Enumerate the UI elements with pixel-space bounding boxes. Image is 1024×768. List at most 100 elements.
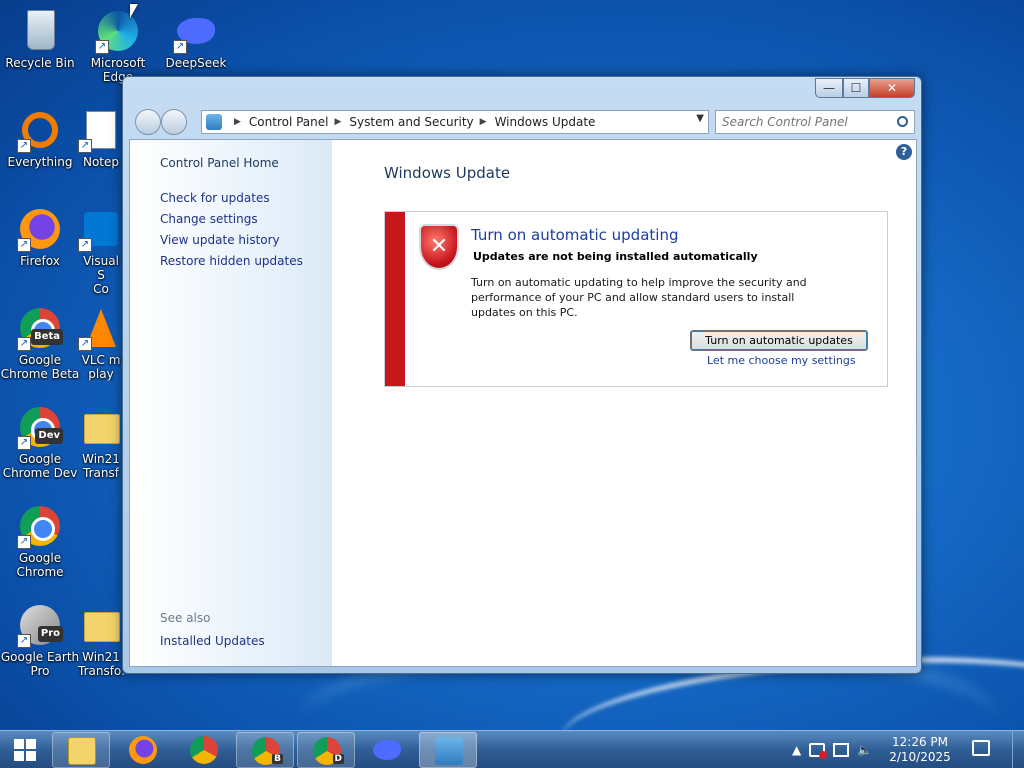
desktop-icon-label: Google Earth Pro: [0, 650, 80, 678]
breadcrumb-windows-update[interactable]: Windows Update: [495, 115, 596, 129]
desktop-icon-visual-studio-code[interactable]: ↗ Visual S Co: [78, 206, 124, 296]
sidebar-item-check-for-updates[interactable]: Check for updates: [160, 191, 303, 205]
taskbar-chrome[interactable]: [175, 732, 233, 768]
notifications-icon[interactable]: [972, 740, 990, 756]
shortcut-arrow-icon: ↗: [78, 238, 92, 252]
pro-badge: Pro: [37, 626, 63, 642]
chrome-beta-icon: Beta ↗: [17, 305, 63, 351]
desktop-icon-label: Visual S Co: [83, 254, 119, 296]
desktop-icon-win21-transfer-2[interactable]: Win21 Transfo...: [78, 602, 124, 678]
shortcut-arrow-icon: ↗: [17, 337, 31, 351]
shortcut-arrow-icon: ↗: [78, 139, 92, 153]
sidebar-item-restore-hidden-updates[interactable]: Restore hidden updates: [160, 254, 303, 268]
google-earth-icon: Pro ↗: [17, 602, 63, 648]
shortcut-arrow-icon: ↗: [173, 40, 187, 54]
taskbar-chrome-beta[interactable]: B: [236, 732, 294, 768]
volume-icon[interactable]: 🔈: [857, 743, 872, 757]
taskbar-control-panel[interactable]: [419, 732, 477, 768]
close-button[interactable]: ✕: [869, 78, 915, 98]
shortcut-arrow-icon: ↗: [17, 238, 31, 252]
deepseek-whale-icon: ↗: [173, 8, 219, 54]
minimize-button[interactable]: —: [815, 78, 843, 98]
clock-time: 12:26 PM: [892, 735, 948, 749]
vlc-cone-icon: ↗: [78, 305, 124, 351]
deepseek-whale-icon: [373, 740, 401, 760]
show-hidden-icons-chevron-icon[interactable]: ▲: [792, 743, 801, 757]
desktop-icon-label: Recycle Bin: [5, 56, 75, 70]
taskbar-firefox[interactable]: [114, 732, 172, 768]
mouse-cursor-icon: [130, 4, 138, 18]
desktop-icon-notepad[interactable]: ↗ Notep: [78, 107, 124, 169]
let-me-choose-settings-link[interactable]: Let me choose my settings: [707, 354, 856, 367]
desktop-icon-label: Google Chrome Dev: [2, 452, 78, 480]
shortcut-arrow-icon: ↗: [17, 436, 31, 450]
chrome-dev-icon: Dev ↗: [17, 404, 63, 450]
turn-on-automatic-updates-button[interactable]: Turn on automatic updates: [690, 330, 868, 351]
desktop-icon-label: VLC m play: [81, 353, 121, 381]
firefox-icon: [129, 736, 157, 764]
desktop-icon-vlc[interactable]: ↗ VLC m play: [78, 305, 124, 381]
shortcut-arrow-icon: ↗: [95, 40, 109, 54]
windows-logo-icon: [14, 739, 24, 749]
action-center-flag-icon[interactable]: [809, 743, 828, 759]
sidebar-home-link[interactable]: Control Panel Home: [160, 156, 279, 170]
folder-icon: [78, 404, 124, 450]
security-shield-error-icon: ✕: [419, 224, 459, 270]
content-area: Control Panel Home Check for updates Cha…: [129, 139, 917, 667]
desktop-icon-microsoft-edge[interactable]: ↗ Microsoft Edge: [78, 8, 158, 84]
chrome-icon: ↗: [17, 503, 63, 549]
desktop-icon-label: Win21 Transf: [82, 452, 120, 480]
shortcut-arrow-icon: ↗: [78, 337, 92, 351]
chrome-icon: [190, 736, 218, 764]
desktop-icon-chrome[interactable]: ↗ Google Chrome: [0, 503, 80, 579]
beta-badge: B: [272, 754, 283, 764]
address-bar[interactable]: ▶ Control Panel ▶ System and Security ▶ …: [201, 110, 709, 134]
show-desktop-button[interactable]: [1012, 731, 1024, 768]
desktop-icon-everything[interactable]: ↗ Everything: [0, 107, 80, 169]
system-tray: ▲ 🔈: [792, 735, 872, 765]
search-icon[interactable]: [897, 116, 908, 127]
sidebar-item-view-update-history[interactable]: View update history: [160, 233, 303, 247]
address-dropdown-icon[interactable]: ▼: [696, 113, 704, 124]
breadcrumb-arrow-icon[interactable]: ▶: [480, 117, 487, 127]
taskbar-deepseek[interactable]: [358, 732, 416, 768]
breadcrumb-control-panel[interactable]: Control Panel: [249, 115, 329, 129]
desktop-icon-firefox[interactable]: ↗ Firefox: [0, 206, 80, 268]
alert-description: Turn on automatic updating to help impro…: [471, 276, 807, 319]
search-input[interactable]: [715, 110, 915, 134]
forward-button[interactable]: [161, 109, 187, 135]
sidebar-item-change-settings[interactable]: Change settings: [160, 212, 303, 226]
back-button[interactable]: [135, 109, 161, 135]
taskbar-clock[interactable]: 12:26 PM 2/10/2025: [880, 735, 960, 765]
taskbar-file-explorer[interactable]: [52, 732, 110, 768]
clock-date: 2/10/2025: [889, 750, 951, 764]
desktop-icon-chrome-beta[interactable]: Beta ↗ Google Chrome Beta: [0, 305, 80, 381]
shortcut-arrow-icon: ↗: [17, 139, 31, 153]
help-icon[interactable]: ?: [896, 144, 912, 160]
taskbar-chrome-dev[interactable]: D: [297, 732, 355, 768]
desktop-icon-label: Google Chrome Beta: [0, 353, 80, 381]
vscode-icon: ↗: [78, 206, 124, 252]
desktop-icon-deepseek[interactable]: ↗ DeepSeek: [156, 8, 236, 70]
see-also-heading: See also: [160, 611, 211, 625]
sidebar-links: Check for updates Change settings View u…: [160, 191, 303, 275]
file-explorer-icon: [68, 737, 96, 765]
desktop-icon-win21-transfer[interactable]: Win21 Transf: [78, 404, 124, 480]
desktop-icon-recycle-bin[interactable]: Recycle Bin: [0, 8, 80, 70]
window-controls: — ☐ ✕: [815, 78, 915, 98]
breadcrumb-system-and-security[interactable]: System and Security: [349, 115, 473, 129]
everything-search-icon: ↗: [17, 107, 63, 153]
alert-heading: Turn on automatic updating: [471, 226, 679, 244]
installed-updates-link[interactable]: Installed Updates: [160, 634, 265, 648]
automatic-updating-alert: ✕ Turn on automatic updating Updates are…: [384, 211, 888, 387]
desktop-icon-google-earth-pro[interactable]: Pro ↗ Google Earth Pro: [0, 602, 80, 678]
maximize-button[interactable]: ☐: [843, 78, 869, 98]
breadcrumb-arrow-icon[interactable]: ▶: [335, 117, 342, 127]
alert-status-bar: [385, 212, 405, 386]
main-panel: ? Windows Update ✕ Turn on automatic upd…: [332, 140, 916, 666]
network-icon[interactable]: [833, 743, 850, 757]
start-button[interactable]: [4, 733, 44, 767]
control-panel-window: — ☐ ✕ ▶ Control Panel ▶ System and Secur…: [122, 76, 922, 674]
desktop-icon-chrome-dev[interactable]: Dev ↗ Google Chrome Dev: [0, 404, 80, 480]
desktop-icon-label: Notep: [82, 155, 120, 169]
